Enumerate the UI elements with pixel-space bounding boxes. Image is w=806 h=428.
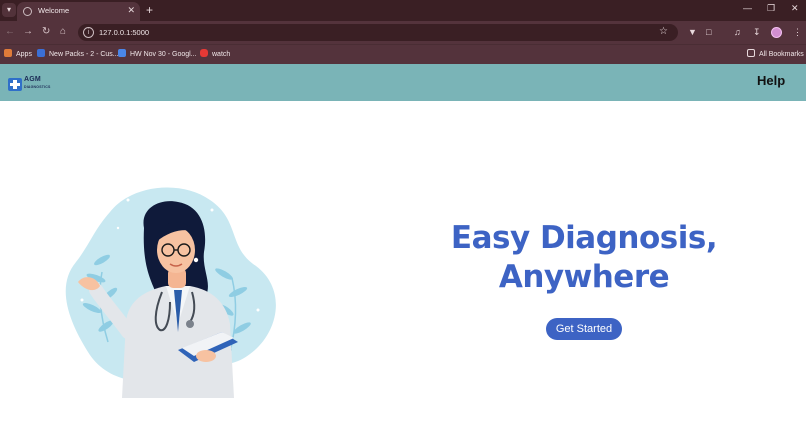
bookmark-watch[interactable]: watch [200, 49, 230, 58]
tab-search-chevron-icon[interactable]: ▾ [2, 3, 16, 17]
url-text[interactable]: 127.0.0.1:5000 [99, 28, 149, 37]
bookmarks-bar: Apps New Packs - 2 - Cus... HW Nov 30 - … [0, 44, 806, 64]
all-bookmarks[interactable]: All Bookmarks [747, 49, 804, 58]
bookmark-hw-nov-30[interactable]: HW Nov 30 - Googl... [118, 49, 197, 58]
google-docs-icon [118, 49, 126, 57]
help-link[interactable]: Help [757, 73, 785, 88]
bookmark-new-packs[interactable]: New Packs - 2 - Cus... [37, 49, 119, 58]
hero-title: Easy Diagnosis, Anywhere [420, 219, 748, 297]
logo-name: AGM [24, 76, 41, 83]
media-controls-icon[interactable]: ♫ [734, 26, 741, 38]
tab-welcome[interactable]: Welcome ✕ [17, 2, 140, 21]
medical-cross-icon [8, 78, 22, 91]
back-arrow-icon[interactable]: ← [5, 26, 15, 38]
play-icon [37, 49, 45, 57]
hero-title-line2: Anywhere [498, 259, 670, 295]
home-icon[interactable]: ⌂ [60, 26, 66, 38]
restore-icon[interactable]: ❐ [767, 3, 775, 14]
minimize-icon[interactable]: — [743, 3, 752, 13]
download-icon[interactable]: ↧ [753, 26, 761, 38]
profile-avatar[interactable] [771, 27, 782, 38]
more-menu-icon[interactable]: ⋮ [793, 26, 802, 38]
site-info-icon[interactable]: i [83, 27, 94, 38]
youtube-icon [200, 49, 208, 57]
browser-tab-strip: ▾ Welcome ✕ + — ❐ ✕ [0, 0, 806, 21]
tab-title: Welcome [38, 6, 70, 15]
forward-arrow-icon[interactable]: → [23, 26, 33, 38]
new-tab-button[interactable]: + [146, 3, 153, 17]
logo-subtitle: DIAGNOSTICS [24, 85, 51, 89]
hero-title-line1: Easy Diagnosis, [450, 220, 718, 256]
reload-icon[interactable]: ↻ [42, 26, 50, 38]
globe-icon [23, 7, 32, 16]
doctor-illustration [65, 187, 276, 398]
folder-icon [747, 49, 755, 57]
browser-toolbar: ← → ↻ ⌂ i 127.0.0.1:5000 ☆ ▼ □ ♫ ↧ ⋮ [0, 21, 806, 44]
window-close-icon[interactable]: ✕ [791, 3, 799, 14]
apps-grid-icon [4, 49, 12, 57]
agm-logo[interactable]: AGM DIAGNOSTICS [8, 76, 56, 92]
address-bar[interactable]: i 127.0.0.1:5000 ☆ [78, 24, 678, 41]
bookmark-star-icon[interactable]: ☆ [659, 26, 668, 37]
extension-pin-icon[interactable]: ▼ [688, 26, 697, 38]
extensions-puzzle-icon[interactable]: □ [706, 26, 711, 38]
get-started-button[interactable]: Get Started [546, 318, 622, 340]
close-icon[interactable]: ✕ [127, 5, 135, 16]
site-header: AGM DIAGNOSTICS [0, 64, 806, 101]
bookmark-apps[interactable]: Apps [4, 49, 32, 58]
